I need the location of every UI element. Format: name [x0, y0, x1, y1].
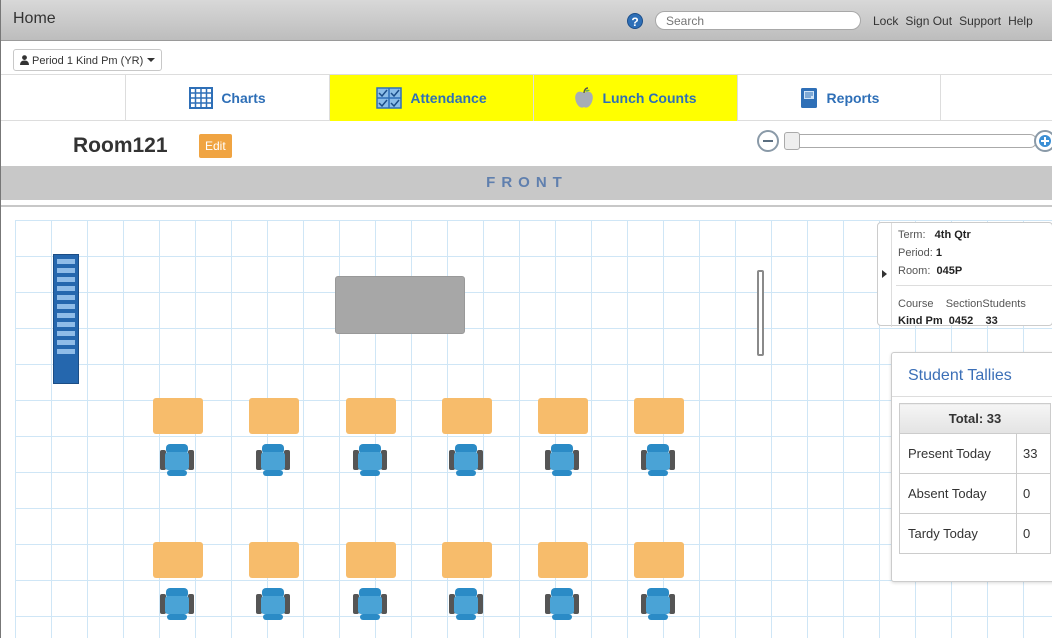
front-of-room-bar: FRONT — [1, 166, 1052, 200]
bookshelf-icon[interactable] — [53, 254, 79, 384]
room-title: Room121 — [73, 134, 168, 157]
top-bar: Home ? Lock Sign Out Support Help — [1, 0, 1052, 41]
absent-label: Absent Today — [899, 473, 1017, 514]
sign-out-link[interactable]: Sign Out — [905, 14, 952, 28]
chair-icon[interactable] — [254, 584, 292, 622]
chevron-down-icon — [147, 58, 156, 62]
students-header: Students — [982, 298, 1026, 310]
student-desk[interactable] — [442, 542, 492, 578]
zoom-in-icon[interactable] — [1034, 130, 1052, 152]
room-info-row: Room: 045P — [898, 265, 962, 277]
course-value: Kind Pm — [898, 315, 943, 327]
students-value: 33 — [985, 315, 998, 327]
tab-charts-label: Charts — [221, 90, 266, 106]
period-dropdown-value: Period 1 Kind Pm (YR) — [32, 55, 144, 67]
chair-icon[interactable] — [639, 440, 677, 478]
section-value: 0452 — [948, 315, 974, 327]
zoom-out-icon[interactable] — [757, 130, 779, 152]
person-icon — [20, 55, 29, 65]
chair-icon[interactable] — [351, 440, 389, 478]
room-value: 045P — [936, 265, 963, 277]
checklist-icon — [376, 87, 403, 109]
tallies-title: Student Tallies — [908, 367, 1012, 384]
course-table-header: Course SectionStudents — [898, 298, 1026, 310]
top-links: Lock Sign Out Support Help — [873, 14, 1040, 28]
tallies-total: Total: 33 — [899, 403, 1051, 434]
table-row: Present Today 33 — [899, 433, 1051, 474]
student-desk[interactable] — [346, 398, 396, 434]
grid-chart-icon — [189, 87, 214, 109]
chair-icon[interactable] — [543, 440, 581, 478]
student-desk[interactable] — [153, 542, 203, 578]
search-input[interactable] — [655, 11, 861, 30]
zoom-slider-handle[interactable] — [784, 132, 800, 150]
help-link[interactable]: Help — [1008, 14, 1033, 28]
divider — [1, 205, 1052, 207]
course-table-row: Kind Pm 0452 33 — [898, 315, 998, 327]
table-row: Tardy Today 0 — [899, 513, 1051, 554]
student-tallies-panel: Student Tallies Total: 33 Present Today … — [891, 352, 1052, 582]
tab-attendance-label: Attendance — [410, 90, 487, 106]
table-row: Absent Today 0 — [899, 473, 1051, 514]
notebook-icon — [800, 88, 817, 108]
divider — [892, 396, 1052, 397]
zoom-slider[interactable] — [791, 134, 1037, 148]
tallies-table: Total: 33 Present Today 33 Absent Today … — [899, 403, 1051, 554]
tab-charts[interactable]: Charts — [125, 75, 329, 121]
help-icon[interactable]: ? — [627, 13, 643, 29]
section-header: Section — [945, 298, 983, 310]
divider — [896, 285, 1052, 286]
period-dropdown[interactable]: Period 1 Kind Pm (YR) — [13, 49, 163, 71]
term-label: Term: — [898, 229, 926, 241]
tab-nav: Charts Attendance Lunch Counts Reports — [1, 75, 1052, 121]
absent-value: 0 — [1016, 473, 1051, 514]
panel-toggle-icon[interactable] — [878, 223, 892, 327]
student-desk[interactable] — [153, 398, 203, 434]
term-row: Term: 4th Qtr — [898, 229, 971, 241]
room-label: Room: — [898, 265, 931, 277]
student-desk[interactable] — [249, 542, 299, 578]
tardy-label: Tardy Today — [899, 513, 1017, 554]
apple-icon — [575, 87, 594, 108]
period-label: Period: — [898, 247, 933, 259]
period-info-row: Period: 1 — [898, 247, 942, 259]
tab-reports-label: Reports — [826, 90, 880, 106]
chair-icon[interactable] — [639, 584, 677, 622]
chair-icon[interactable] — [158, 584, 196, 622]
chair-icon[interactable] — [351, 584, 389, 622]
present-value: 33 — [1016, 433, 1051, 474]
student-desk[interactable] — [634, 542, 684, 578]
support-link[interactable]: Support — [959, 14, 1001, 28]
course-header: Course — [898, 298, 934, 310]
chair-icon[interactable] — [447, 584, 485, 622]
class-info-panel: Term: 4th Qtr Period: 1 Room: 045P Cours… — [877, 222, 1052, 327]
edit-room-button[interactable]: Edit — [199, 134, 232, 158]
chair-icon[interactable] — [158, 440, 196, 478]
tardy-value: 0 — [1016, 513, 1051, 554]
period-row: Period 1 Kind Pm (YR) — [1, 41, 1052, 75]
chair-icon[interactable] — [254, 440, 292, 478]
period-value: 1 — [935, 247, 943, 259]
app-window: Home ? Lock Sign Out Support Help Period 1 … — [0, 0, 1052, 638]
tab-attendance[interactable]: Attendance — [329, 75, 533, 121]
student-desk[interactable] — [249, 398, 299, 434]
student-desk[interactable] — [346, 542, 396, 578]
tab-lunch-counts[interactable]: Lunch Counts — [533, 75, 737, 121]
tab-reports[interactable]: Reports — [737, 75, 941, 121]
chair-icon[interactable] — [447, 440, 485, 478]
home-link[interactable]: Home — [13, 10, 56, 28]
student-desk[interactable] — [538, 542, 588, 578]
tab-lunch-counts-label: Lunch Counts — [602, 90, 697, 106]
student-desk[interactable] — [538, 398, 588, 434]
lock-link[interactable]: Lock — [873, 14, 898, 28]
term-value: 4th Qtr — [934, 229, 971, 241]
whiteboard[interactable] — [757, 270, 764, 356]
student-desk[interactable] — [442, 398, 492, 434]
teacher-desk[interactable] — [335, 276, 465, 334]
chair-icon[interactable] — [543, 584, 581, 622]
present-label: Present Today — [899, 433, 1017, 474]
student-desk[interactable] — [634, 398, 684, 434]
